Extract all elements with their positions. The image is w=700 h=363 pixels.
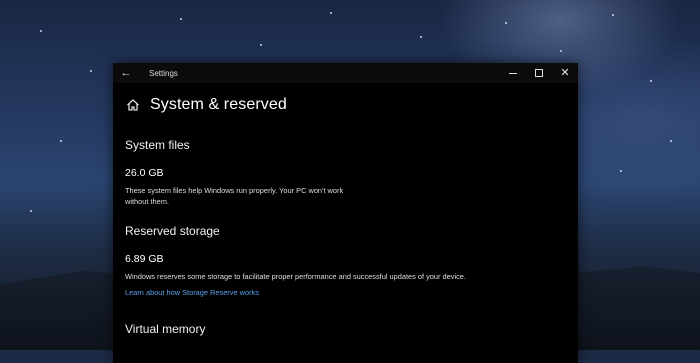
system-files-size: 26.0 GB	[125, 167, 164, 179]
reserved-storage-size: 6.89 GB	[125, 253, 164, 265]
star	[612, 14, 614, 16]
page-header: System & reserved	[126, 96, 287, 114]
maximize-icon	[535, 69, 543, 77]
minimize-button[interactable]	[500, 63, 526, 83]
storage-reserve-learn-more-link[interactable]: Learn about how Storage Reserve works	[125, 288, 259, 297]
system-files-description-line: These system files help Windows run prop…	[125, 186, 344, 195]
star	[330, 12, 332, 14]
star	[560, 50, 562, 52]
star	[505, 22, 507, 24]
virtual-memory-heading: Virtual memory	[125, 322, 206, 336]
star	[30, 210, 32, 212]
settings-window: ← Settings ✕ System & reserved System fi…	[113, 63, 578, 363]
star	[260, 44, 262, 46]
system-files-heading: System files	[125, 138, 190, 152]
home-icon[interactable]	[126, 98, 140, 112]
page-title: System & reserved	[150, 96, 287, 113]
minimize-icon	[509, 72, 517, 74]
maximize-button[interactable]	[526, 63, 552, 83]
caption-buttons: ✕	[500, 63, 578, 83]
close-icon: ✕	[560, 66, 570, 79]
star	[620, 170, 622, 172]
star	[90, 70, 92, 72]
star	[180, 18, 182, 20]
star	[420, 36, 422, 38]
star	[40, 30, 42, 32]
reserved-storage-description: Windows reserves some storage to facilit…	[125, 272, 466, 281]
back-button[interactable]: ←	[113, 63, 139, 83]
system-files-description-line: without them.	[125, 197, 169, 206]
close-button[interactable]: ✕	[552, 63, 578, 83]
app-title: Settings	[149, 68, 178, 78]
system-files-description: These system files help Windows run prop…	[125, 185, 343, 207]
star	[670, 140, 672, 142]
star	[60, 140, 62, 142]
back-arrow-icon: ←	[120, 67, 132, 79]
star	[650, 80, 652, 82]
reserved-storage-heading: Reserved storage	[125, 224, 220, 238]
title-bar[interactable]: ← Settings ✕	[113, 63, 578, 83]
